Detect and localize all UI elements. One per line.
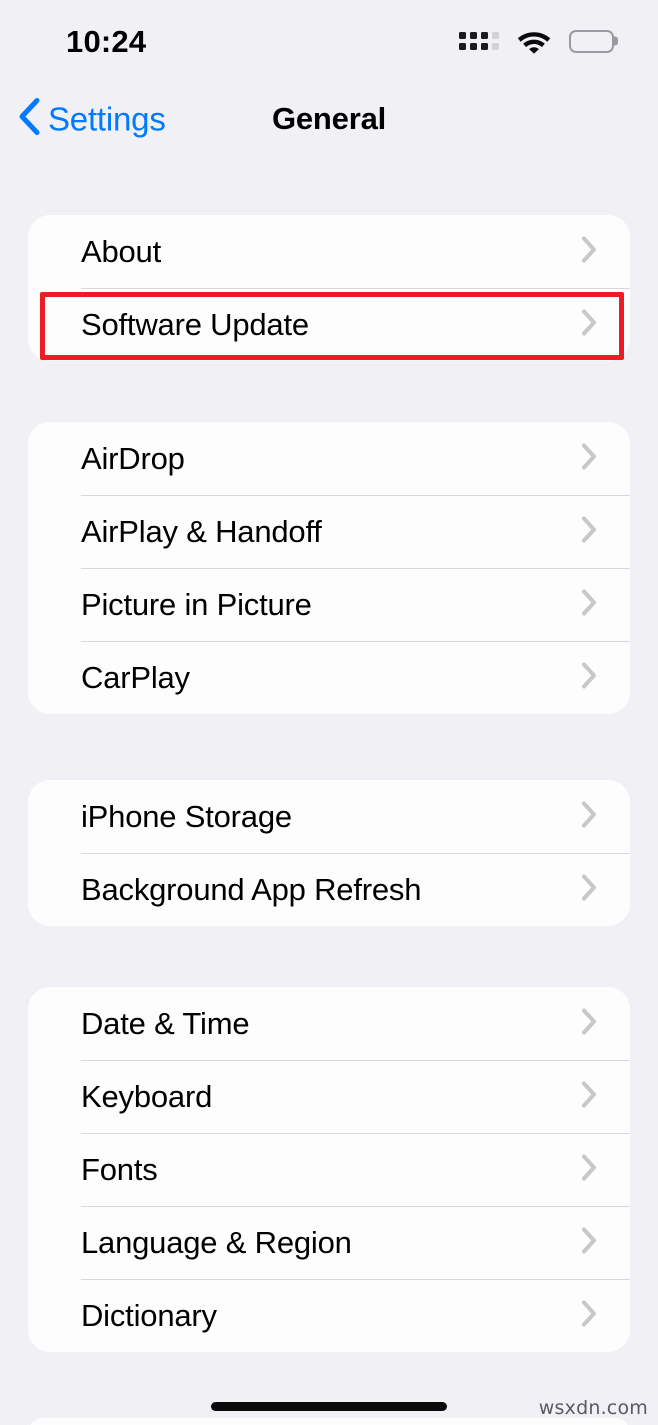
settings-group-localization: Date & Time Keyboard Fonts Language & Re… (28, 987, 630, 1352)
settings-row-iphone-storage[interactable]: iPhone Storage (28, 780, 630, 853)
status-bar-icons (459, 28, 614, 54)
chevron-right-icon (581, 1153, 598, 1186)
settings-row-label: Keyboard (81, 1079, 213, 1114)
settings-row-label: Software Update (81, 307, 309, 342)
settings-row-airdrop[interactable]: AirDrop (28, 422, 630, 495)
settings-row-label: AirPlay & Handoff (81, 514, 322, 549)
chevron-right-icon (581, 873, 598, 906)
settings-group-connectivity: AirDrop AirPlay & Handoff Picture in Pic… (28, 422, 630, 714)
settings-row-carplay[interactable]: CarPlay (28, 641, 630, 714)
chevron-right-icon (581, 235, 598, 268)
chevron-right-icon (581, 442, 598, 475)
settings-list: About Software Update AirDrop AirPlay & … (0, 215, 658, 1425)
chevron-right-icon (581, 1080, 598, 1113)
chevron-right-icon (581, 308, 598, 341)
settings-group-next-partial (28, 1418, 630, 1425)
chevron-right-icon (581, 1007, 598, 1040)
home-indicator[interactable] (211, 1402, 447, 1411)
settings-group-storage: iPhone Storage Background App Refresh (28, 780, 630, 926)
settings-row-background-app-refresh[interactable]: Background App Refresh (28, 853, 630, 926)
cellular-signal-dots-icon (459, 32, 499, 50)
settings-row-date-time[interactable]: Date & Time (28, 987, 630, 1060)
watermark: wsxdn.com (538, 1397, 648, 1419)
settings-group-system: About Software Update (28, 215, 630, 361)
settings-row-software-update[interactable]: Software Update (28, 288, 630, 361)
settings-row-airplay-handoff[interactable]: AirPlay & Handoff (28, 495, 630, 568)
status-bar-time: 10:24 (66, 23, 147, 59)
chevron-right-icon (581, 661, 598, 694)
settings-row-label: Picture in Picture (81, 587, 312, 622)
settings-row-label: About (81, 234, 162, 269)
navigation-bar: Settings General (0, 86, 658, 152)
settings-row-label: Date & Time (81, 1006, 250, 1041)
status-bar: 10:24 (0, 0, 658, 78)
battery-icon (569, 29, 614, 53)
chevron-right-icon (581, 800, 598, 833)
settings-row-language-region[interactable]: Language & Region (28, 1206, 630, 1279)
settings-row-about[interactable]: About (28, 215, 630, 288)
chevron-right-icon (581, 515, 598, 548)
settings-row-label: Background App Refresh (81, 872, 422, 907)
chevron-right-icon (581, 1299, 598, 1332)
settings-row-label: iPhone Storage (81, 799, 292, 834)
settings-row-label: AirDrop (81, 441, 185, 476)
settings-row-label: CarPlay (81, 660, 190, 695)
settings-row-label: Fonts (81, 1152, 158, 1187)
settings-row-fonts[interactable]: Fonts (28, 1133, 630, 1206)
page-title: General (271, 101, 387, 136)
chevron-right-icon (581, 1226, 598, 1259)
settings-row-label: Language & Region (81, 1225, 352, 1260)
settings-row-keyboard[interactable]: Keyboard (28, 1060, 630, 1133)
settings-row-label: Dictionary (81, 1298, 217, 1333)
settings-row-dictionary[interactable]: Dictionary (28, 1279, 630, 1352)
chevron-right-icon (581, 588, 598, 621)
settings-row-picture-in-picture[interactable]: Picture in Picture (28, 568, 630, 641)
wifi-icon (516, 28, 552, 54)
